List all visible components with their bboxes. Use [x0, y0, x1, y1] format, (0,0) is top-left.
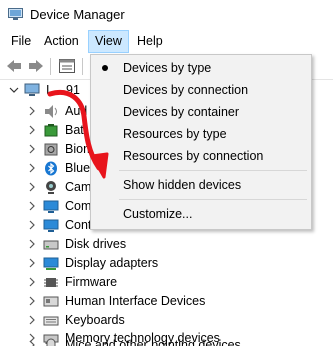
keyboard-icon: [43, 316, 59, 326]
display-adapter-icon: [43, 257, 59, 270]
computer-icon: [24, 83, 40, 96]
menu-item-devices-by-type[interactable]: Devices by type: [92, 57, 310, 79]
chevron-right-icon[interactable]: [27, 181, 37, 193]
tree-item-label: Keyboards: [65, 313, 125, 327]
toolbar-separator: [82, 58, 83, 75]
disk-drive-icon: [43, 240, 59, 250]
menu-item-label: Devices by container: [123, 105, 240, 119]
tree-item-label: Disk drives: [65, 237, 127, 251]
menu-item-resources-by-type[interactable]: Resources by type: [92, 123, 310, 145]
window-title: Device Manager: [30, 7, 125, 22]
biometric-icon: [44, 143, 58, 156]
view-menu-dropdown: Devices by type Devices by connection De…: [90, 54, 312, 230]
tree-root-label-suffix: 91: [66, 83, 80, 97]
menu-separator: [119, 170, 307, 171]
properties-icon[interactable]: [58, 58, 76, 74]
chevron-right-icon[interactable]: [27, 200, 37, 212]
menu-view[interactable]: View: [88, 30, 129, 53]
menu-separator: [119, 199, 307, 200]
tree-item-label: Aud: [65, 104, 88, 118]
menu-item-show-hidden-devices[interactable]: Show hidden devices: [92, 174, 310, 196]
title-bar: Device Manager: [0, 0, 333, 30]
tree-item-label: Cam: [65, 180, 92, 194]
tree-item-label: Blue: [65, 161, 91, 175]
tree-item[interactable]: Disk drives: [0, 235, 333, 254]
back-icon[interactable]: [5, 58, 23, 74]
tree-item-label: Human Interface Devices: [65, 294, 206, 308]
tree-item[interactable]: Mice and other pointing devices: [0, 336, 333, 346]
computer-icon: [43, 200, 59, 213]
menu-item-label: Show hidden devices: [123, 178, 242, 192]
camera-icon: [46, 181, 56, 194]
menu-item-customize[interactable]: Customize...: [92, 203, 310, 225]
tree-item-label: Mice and other pointing devices: [65, 338, 241, 346]
checked-bullet-icon: [102, 65, 108, 71]
chevron-right-icon[interactable]: [27, 219, 37, 231]
menu-item-label: Resources by type: [123, 127, 227, 141]
chevron-right-icon[interactable]: [27, 276, 37, 288]
menu-action[interactable]: Action: [38, 30, 85, 53]
chevron-right-icon[interactable]: [27, 124, 37, 136]
mouse-icon: [46, 338, 56, 346]
menu-item-devices-by-container[interactable]: Devices by container: [92, 101, 310, 123]
chevron-right-icon[interactable]: [27, 143, 37, 155]
tree-root-label: I: [46, 83, 50, 97]
battery-icon: [44, 124, 58, 137]
menu-item-devices-by-connection[interactable]: Devices by connection: [92, 79, 310, 101]
menu-bar: File Action View Help: [0, 30, 333, 53]
tree-item[interactable]: Keyboards: [0, 311, 333, 330]
menu-item-label: Resources by connection: [123, 149, 264, 163]
menu-item-label: Customize...: [123, 207, 193, 221]
chevron-down-icon[interactable]: [9, 84, 19, 96]
chevron-right-icon[interactable]: [27, 238, 37, 250]
menu-item-label: Devices by connection: [123, 83, 249, 97]
bluetooth-icon: [45, 161, 57, 176]
chevron-right-icon[interactable]: [27, 295, 37, 307]
tree-item-label: Firmware: [65, 275, 118, 289]
chevron-right-icon[interactable]: [27, 105, 37, 117]
menu-help[interactable]: Help: [131, 30, 169, 53]
menu-item-label: Devices by type: [123, 61, 212, 75]
chevron-right-icon[interactable]: [27, 339, 37, 346]
tree-item[interactable]: Human Interface Devices: [0, 292, 333, 311]
forward-icon[interactable]: [27, 58, 45, 74]
tree-item-label: Display adapters: [65, 256, 159, 270]
tree-item-label: Com: [65, 199, 92, 213]
menu-item-resources-by-connection[interactable]: Resources by connection: [92, 145, 310, 167]
tree-item[interactable]: Firmware: [0, 273, 333, 292]
toolbar-separator: [50, 58, 51, 75]
chevron-right-icon[interactable]: [27, 162, 37, 174]
chevron-right-icon[interactable]: [27, 257, 37, 269]
tree-item[interactable]: Display adapters: [0, 254, 333, 273]
monitor-icon: [43, 219, 59, 232]
tree-item-label: Cont: [65, 218, 92, 232]
device-manager-icon: [8, 8, 23, 20]
speaker-icon: [45, 105, 57, 118]
menu-file[interactable]: File: [5, 30, 37, 53]
hid-icon: [43, 296, 59, 307]
firmware-icon: [44, 278, 58, 287]
tree-item-label: Batt: [65, 123, 88, 137]
chevron-right-icon[interactable]: [27, 314, 37, 326]
